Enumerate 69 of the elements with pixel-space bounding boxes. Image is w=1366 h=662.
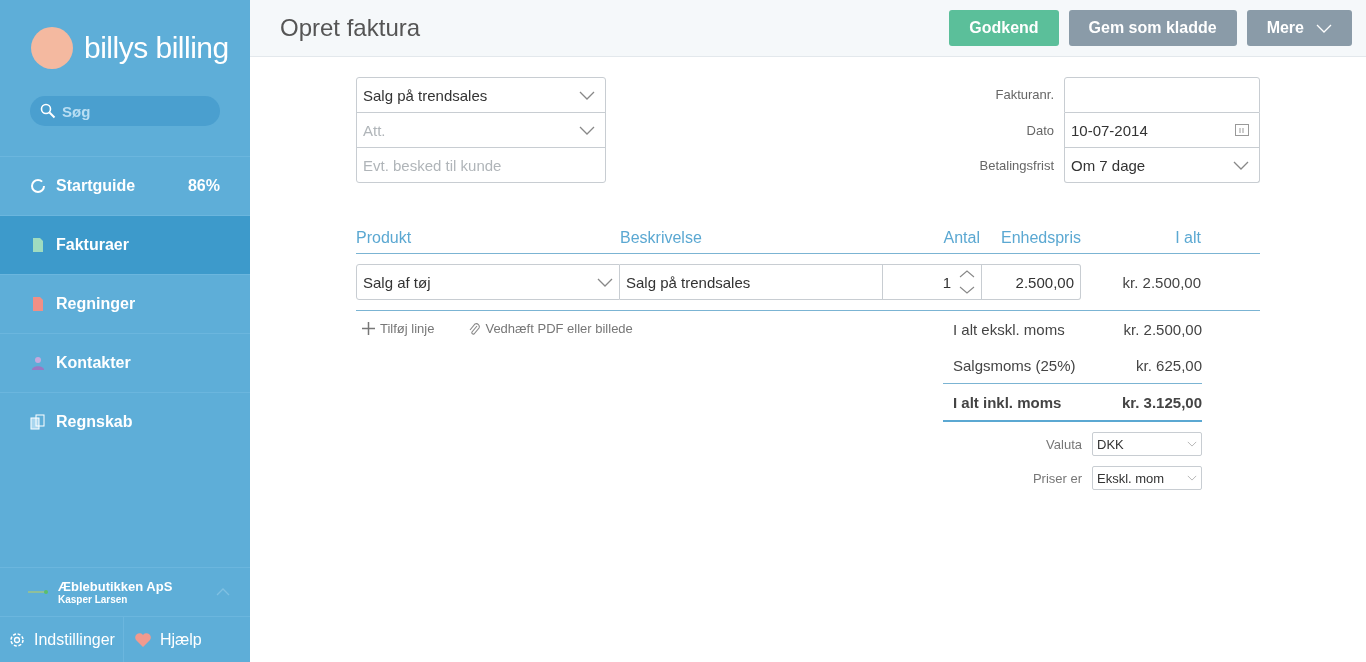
date-field[interactable]: 10-07-2014: [1064, 113, 1260, 148]
due-date-select[interactable]: Om 7 dage: [1064, 148, 1260, 183]
total-label: Salgsmoms (25%): [953, 356, 1076, 374]
chevron-down-icon: [597, 277, 613, 287]
add-line-button[interactable]: Tilføj linje: [362, 321, 435, 336]
plus-icon: [362, 322, 375, 335]
attention-field[interactable]: Att.: [363, 113, 573, 147]
more-button[interactable]: Mere: [1246, 10, 1352, 46]
option-label: Valuta: [1046, 436, 1082, 452]
column-header: Antal: [883, 229, 982, 254]
column-header: Beskrivelse: [620, 229, 883, 254]
field-label: Dato: [1025, 122, 1054, 140]
attach-file-button[interactable]: Vedhæft PDF eller billede: [468, 321, 633, 336]
avatar-logo-icon: [30, 26, 74, 70]
chevron-down-icon: [579, 125, 595, 135]
chevron-down-icon: [579, 90, 595, 100]
search-field[interactable]: Søg: [30, 96, 220, 126]
description-field[interactable]: Salg på trendsales: [620, 264, 883, 300]
progress-percent: 86%: [187, 177, 220, 195]
help-button[interactable]: Hjælp: [122, 617, 210, 662]
copy-icon: [30, 414, 46, 430]
settings-icon: [8, 630, 26, 649]
settings-button[interactable]: Indstillinger: [0, 617, 123, 662]
nav-label: Startguide: [56, 177, 137, 195]
column-header: Enhedspris: [982, 229, 1081, 254]
user-name: Kasper Larsen: [58, 594, 129, 605]
total-label: I alt ekskl. moms: [953, 320, 1065, 338]
option-label: Priser er: [1032, 470, 1082, 486]
heart-icon: [133, 631, 152, 648]
total-value: kr. 625,00: [1136, 356, 1202, 374]
price-mode-select[interactable]: Ekskl. mom: [1092, 466, 1202, 490]
chevron-down-icon: [1233, 160, 1249, 170]
field-label: Betalingsfrist: [979, 157, 1054, 175]
column-header: I alt: [1081, 229, 1201, 254]
invoice-number-field[interactable]: [1064, 77, 1260, 113]
nav-label: Regnskab: [56, 413, 134, 431]
document-icon: [30, 296, 46, 312]
nav-label: Kontakter: [56, 354, 132, 372]
total-label: I alt inkl. moms: [953, 393, 1062, 411]
progress-ring-icon: [30, 178, 46, 194]
calendar-icon: [1235, 124, 1249, 136]
chevron-down-icon: [1187, 475, 1197, 481]
product-select[interactable]: Salg af tøj: [356, 264, 620, 300]
save-draft-button[interactable]: Gem som kladde: [1068, 10, 1237, 46]
company-name: Æblebutikken ApS: [58, 579, 174, 594]
company-logo-icon: [28, 590, 48, 594]
nav-label: Regninger: [56, 295, 137, 313]
customer-field-group[interactable]: Salg på trendsales Att. Evt. besked til kunde: [356, 77, 606, 183]
field-label: Fakturanr.: [994, 86, 1054, 104]
column-header: Produkt: [356, 229, 620, 254]
document-icon: [30, 237, 46, 253]
stepper-icon[interactable]: [959, 269, 975, 295]
nav-label: Fakturaer: [56, 236, 130, 254]
currency-select[interactable]: DKK: [1092, 432, 1202, 456]
unit-price-field[interactable]: 2.500,00: [982, 264, 1081, 300]
nav-item[interactable]: Fakturaer: [0, 215, 250, 274]
person-icon: [30, 355, 46, 371]
brand-name: billys billing: [84, 31, 229, 65]
total-value: kr. 2.500,00: [1123, 320, 1202, 338]
paperclip-icon: [468, 321, 481, 336]
message-field[interactable]: Evt. besked til kunde: [363, 148, 595, 182]
total-value: kr. 3.125,00: [1121, 393, 1202, 411]
chevron-up-icon[interactable]: [216, 588, 230, 596]
quantity-field[interactable]: 1: [883, 264, 982, 300]
chevron-down-icon: [1316, 23, 1332, 33]
contact-select[interactable]: Salg på trendsales: [357, 78, 605, 112]
page-title: Opret faktura: [280, 14, 422, 42]
chevron-down-icon: [1187, 441, 1197, 447]
line-total: kr. 2.500,00: [1121, 272, 1201, 293]
